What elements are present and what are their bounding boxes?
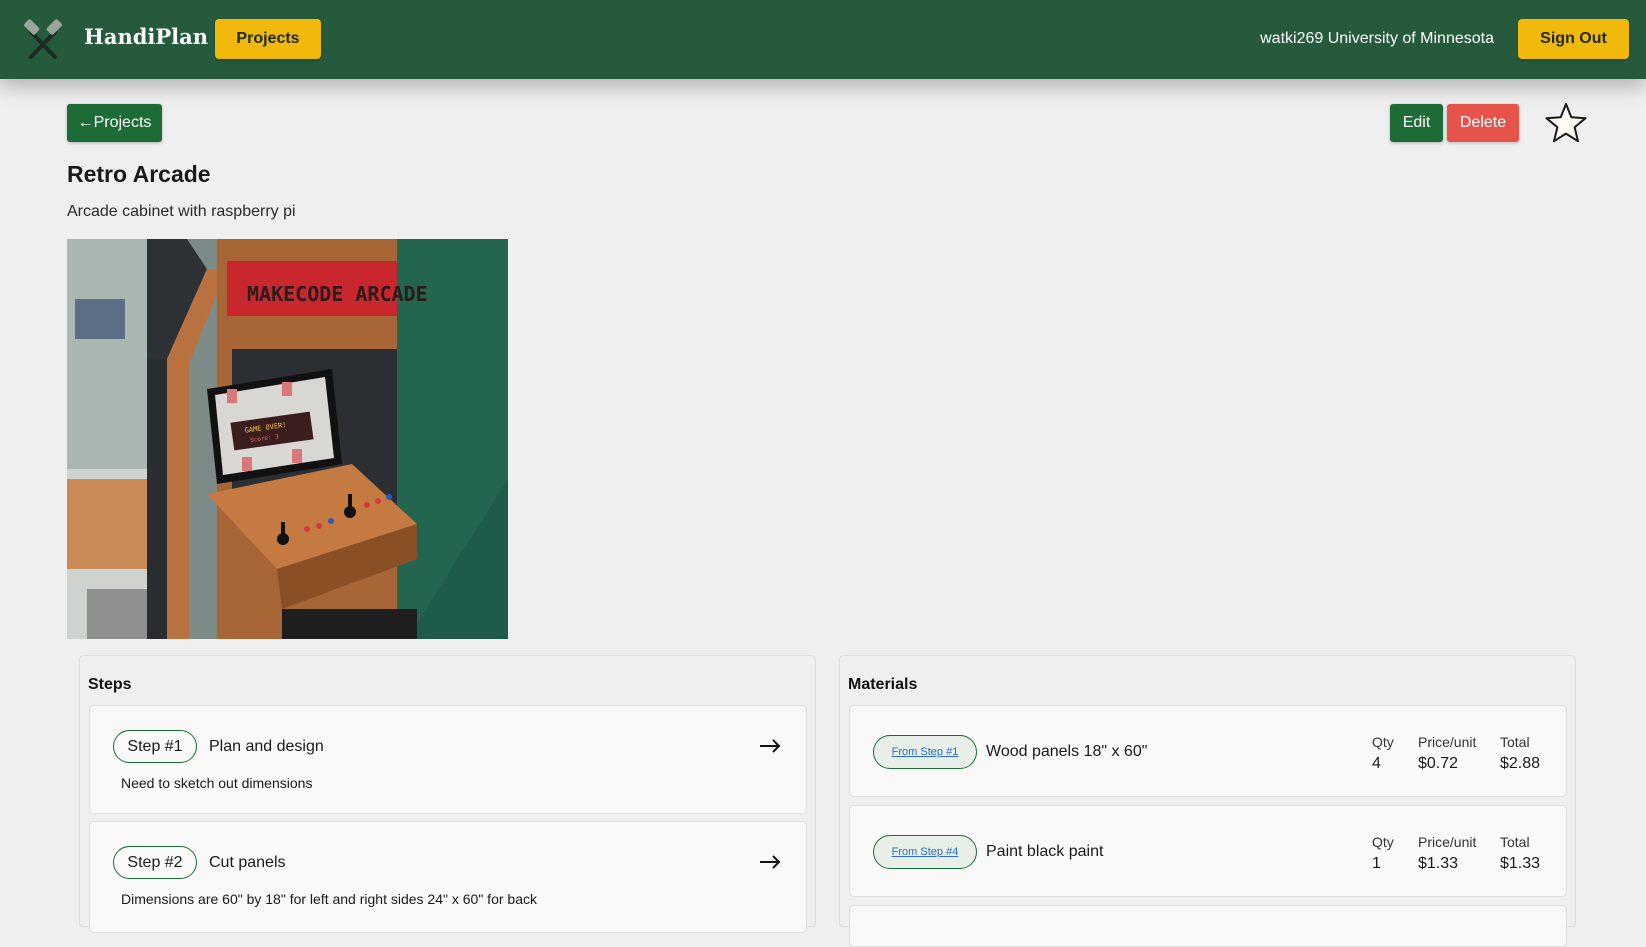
arrow-right-icon[interactable] [758,852,782,872]
material-price: Price/unit $0.72 [1418,734,1476,773]
total-value: $2.88 [1500,755,1541,772]
total-label: Total [1500,734,1530,750]
star-outline-icon[interactable] [1544,101,1588,145]
step-card[interactable]: Step #1 Plan and design Need to sketch o… [89,705,807,814]
image-marquee-text: MAKECODE ARCADE [247,282,428,306]
crossed-hammers-icon[interactable] [22,19,64,61]
material-price: Price/unit $1.33 [1418,834,1476,873]
from-step-link[interactable]: From Step #1 [873,735,977,769]
arrow-right-icon[interactable] [758,736,782,756]
qty-value: 1 [1372,855,1381,872]
material-total: Total $2.88 [1500,734,1540,773]
steps-heading: Steps [88,676,132,693]
price-label: Price/unit [1418,834,1477,850]
material-card: From Step #4 Paint black paint Qty 1 Pri… [849,805,1567,897]
steps-panel: Steps Step #1 Plan and design Need to sk… [79,655,816,933]
project-description: Arcade cabinet with raspberry pi [67,203,296,220]
user-info: watki269 University of Minnesota [1260,30,1494,47]
top-navbar: HandiPlan Projects watki269 University o… [0,0,1646,79]
material-name: Wood panels 18" x 60" [986,743,1148,760]
total-value: $1.33 [1500,855,1541,872]
material-name: Paint black paint [986,843,1104,860]
edit-button[interactable]: Edit [1390,104,1443,142]
step-number-pill: Step #1 [113,730,197,763]
from-step-link[interactable]: From Step #4 [873,835,977,869]
qty-label: Qty [1372,734,1394,750]
svg-text:MAKECODE ARCADE: MAKECODE ARCADE [247,282,428,306]
qty-label: Qty [1372,834,1394,850]
material-card: From Step #1 Wood panels 18" x 60" Qty 4… [849,705,1567,797]
price-value: $1.33 [1418,855,1459,872]
price-label: Price/unit [1418,734,1477,750]
qty-value: 4 [1372,755,1381,772]
sign-out-button[interactable]: Sign Out [1518,19,1629,59]
step-title: Cut panels [209,854,286,871]
step-description: Dimensions are 60" by 18" for left and r… [121,891,537,907]
materials-heading: Materials [848,676,918,693]
total-label: Total [1500,834,1530,850]
projects-nav-button[interactable]: Projects [215,19,321,59]
project-title: Retro Arcade [67,161,211,187]
material-qty: Qty 1 [1372,834,1394,873]
delete-button[interactable]: Delete [1447,104,1519,142]
step-number-pill: Step #2 [113,846,197,879]
brand-name[interactable]: HandiPlan [84,24,208,49]
materials-panel: Materials From Step #1 Wood panels 18" x… [839,655,1576,947]
price-value: $0.72 [1418,755,1459,772]
step-title: Plan and design [209,738,324,755]
step-description: Need to sketch out dimensions [121,775,313,791]
project-image: MAKECODE ARCADE GAME OVER! Score: 3 [67,239,508,639]
material-card [849,905,1567,947]
material-qty: Qty 4 [1372,734,1394,773]
step-card[interactable]: Step #2 Cut panels Dimensions are 60" by… [89,821,807,933]
back-to-projects-button[interactable]: ←Projects [67,104,162,142]
material-total: Total $1.33 [1500,834,1540,873]
